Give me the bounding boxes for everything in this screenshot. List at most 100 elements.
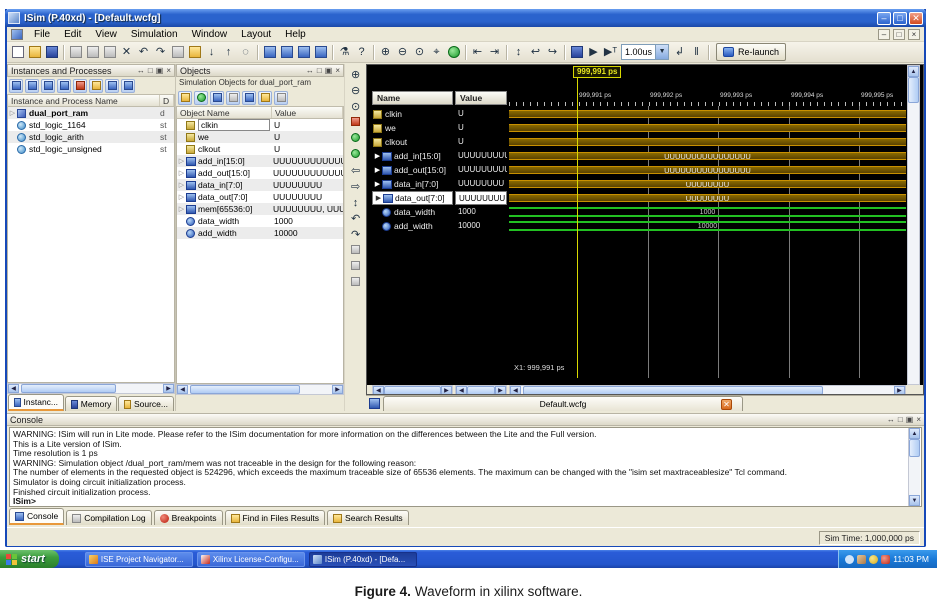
scroll-up-icon[interactable]: ▲ xyxy=(907,66,919,77)
wave-data-in[interactable]: UUUUUUUU xyxy=(508,177,906,191)
tree-row-std-logic-arith[interactable]: std_logic_arith st xyxy=(8,131,174,143)
tab-breakpoints[interactable]: Breakpoints xyxy=(153,510,223,525)
objects-filter-inputs-button[interactable] xyxy=(210,90,224,105)
tab-default-wcfg[interactable]: Default.wcfg ✕ xyxy=(382,396,743,411)
wave-vscrollbar[interactable]: ▲ xyxy=(906,65,920,385)
object-row-clkin[interactable]: clkin U xyxy=(177,119,343,131)
expander-icon[interactable]: ▷ xyxy=(177,169,186,177)
break-button[interactable]: ‖ xyxy=(688,44,705,61)
snapshot-button[interactable] xyxy=(347,258,363,273)
panel-float-icon[interactable]: ↔ xyxy=(137,66,145,76)
panel-maximize-icon[interactable]: □ xyxy=(317,66,322,76)
toggle-cursor-button[interactable]: ↕ xyxy=(510,44,527,61)
task-ise-project-navigator[interactable]: ISE Project Navigator... xyxy=(84,551,193,567)
panel-close-icon[interactable]: × xyxy=(166,66,171,76)
menu-layout[interactable]: Layout xyxy=(234,28,278,41)
instances-hscrollbar[interactable]: ◀ ▶ xyxy=(7,383,175,394)
scroll-left-icon[interactable]: ◀ xyxy=(177,385,188,394)
wave-clkout[interactable] xyxy=(508,135,906,149)
scroll-left-icon[interactable]: ◀ xyxy=(8,384,19,393)
scroll-right-icon[interactable]: ▶ xyxy=(440,386,452,394)
help-button[interactable]: ? xyxy=(353,44,370,61)
wave-zoom-full-button[interactable]: ⊙ xyxy=(347,98,363,113)
prev-transition-button[interactable]: ⇦ xyxy=(347,162,363,177)
object-row-data-out[interactable]: ▷ data_out[7:0] UUUUUUUU xyxy=(177,191,343,203)
child-close-button[interactable]: × xyxy=(908,28,920,40)
prev-transition-button[interactable]: ↩ xyxy=(527,44,544,61)
wave-zoom-out-button[interactable]: ⊖ xyxy=(347,82,363,97)
panel-float-icon[interactable]: ↔ xyxy=(887,415,895,425)
reload-button[interactable] xyxy=(445,44,462,61)
undo-button[interactable]: ↶ xyxy=(135,44,152,61)
zoom-full-button[interactable]: ⊙ xyxy=(411,44,428,61)
menu-simulation[interactable]: Simulation xyxy=(124,28,185,41)
goto-time-zero-button[interactable] xyxy=(347,130,363,145)
objects-filter-outputs-button[interactable] xyxy=(226,90,240,105)
object-row-data-width[interactable]: data_width 1000 xyxy=(177,215,343,227)
zoom-out-button[interactable]: ⊖ xyxy=(394,44,411,61)
wave-data-width[interactable]: 1000 xyxy=(508,205,906,219)
scroll-up-icon[interactable]: ▲ xyxy=(909,428,920,439)
expander-icon[interactable]: ▷ xyxy=(177,181,186,189)
scroll-down-icon[interactable]: ▼ xyxy=(909,495,920,506)
objects-filter-internals-button[interactable] xyxy=(258,90,272,105)
panel-undock-icon[interactable]: ▣ xyxy=(906,415,914,425)
objects-filter-inouts-button[interactable] xyxy=(242,90,256,105)
show-grid-button[interactable] xyxy=(347,274,363,289)
restore-button[interactable]: □ xyxy=(893,11,907,25)
tab-find-in-files-results[interactable]: Find in Files Results xyxy=(224,510,326,525)
cursor-time-label[interactable]: 999,991 ps xyxy=(572,66,622,78)
menu-file[interactable]: File xyxy=(27,28,57,41)
wave-name-add-width[interactable]: add_width xyxy=(372,219,453,233)
panel-close-icon[interactable]: × xyxy=(335,66,340,76)
wave-name-we[interactable]: we xyxy=(372,121,453,135)
objects-header[interactable]: Object Name Value xyxy=(176,106,344,119)
expander-icon[interactable]: ▶ xyxy=(373,166,382,174)
panel-undock-icon[interactable]: ▣ xyxy=(156,66,164,76)
start-button[interactable]: start xyxy=(0,550,59,568)
panel-close-icon[interactable]: × xyxy=(916,415,921,425)
dock-panel-button[interactable] xyxy=(278,44,295,61)
stop-button[interactable]: ◌ xyxy=(237,44,254,61)
menu-edit[interactable]: Edit xyxy=(57,28,88,41)
scroll-left-icon[interactable]: ◀ xyxy=(509,386,521,394)
expander-icon[interactable]: ▶ xyxy=(373,180,382,188)
float-panel-button[interactable] xyxy=(261,44,278,61)
undo-zoom-button[interactable]: ↶ xyxy=(347,210,363,225)
tree-row-std-logic-1164[interactable]: std_logic_1164 st xyxy=(8,119,174,131)
next-transition-button[interactable]: ⇨ xyxy=(347,178,363,193)
value-hscrollbar[interactable]: ◀ ▶ xyxy=(454,385,507,394)
title-bar[interactable]: ISim (P.40xd) - [Default.wcfg] – □ ✕ xyxy=(5,9,926,27)
canvas-hscrollbar[interactable]: ◀ ▶ xyxy=(508,385,906,394)
minimize-button[interactable]: – xyxy=(877,11,891,25)
wave-add-out[interactable]: UUUUUUUUUUUUUUUU xyxy=(508,163,906,177)
copy-button[interactable] xyxy=(84,44,101,61)
menu-window[interactable]: Window xyxy=(185,28,235,41)
scroll-left-icon[interactable]: ◀ xyxy=(372,386,384,394)
scroll-thumb[interactable] xyxy=(907,77,919,103)
delete-button[interactable]: ✕ xyxy=(118,44,135,61)
object-row-we[interactable]: we U xyxy=(177,131,343,143)
scroll-thumb[interactable] xyxy=(21,384,116,393)
save-button[interactable] xyxy=(43,44,60,61)
scroll-thumb[interactable] xyxy=(909,439,920,457)
panel-float-icon[interactable]: ↔ xyxy=(306,66,314,76)
tree-row-dual-port-ram[interactable]: ▷ dual_port_ram d xyxy=(8,107,174,119)
objects-hscrollbar[interactable]: ◀ ▶ xyxy=(176,384,344,395)
child-minimize-button[interactable]: – xyxy=(878,28,890,40)
panel-undock-icon[interactable]: ▣ xyxy=(325,66,333,76)
wave-data-out[interactable]: UUUUUUUU xyxy=(508,191,906,205)
run-all-button[interactable]: ▶ xyxy=(585,44,602,61)
name-hscrollbar[interactable]: ◀ ▶ xyxy=(371,385,453,394)
instances-goto-source-button[interactable] xyxy=(105,78,119,93)
tab-search-results[interactable]: Search Results xyxy=(327,510,409,525)
tab-compilation-log[interactable]: Compilation Log xyxy=(66,510,152,525)
expander-icon[interactable]: ▷ xyxy=(177,193,186,201)
next-marker-button[interactable]: ⇥ xyxy=(486,44,503,61)
scroll-left-icon[interactable]: ◀ xyxy=(455,386,467,394)
save-view-button[interactable] xyxy=(347,242,363,257)
tab-source[interactable]: Source... xyxy=(118,396,174,411)
instances-expand-button[interactable] xyxy=(41,78,55,93)
find-in-files-button[interactable] xyxy=(186,44,203,61)
zoom-in-button[interactable]: ⊕ xyxy=(377,44,394,61)
